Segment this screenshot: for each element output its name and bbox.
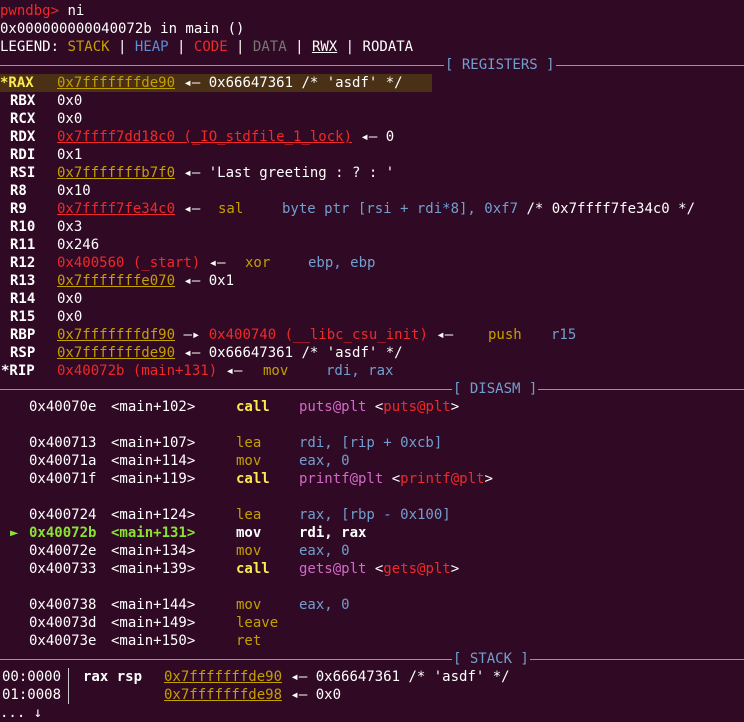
legend-code: CODE xyxy=(193,39,228,55)
terminal-window[interactable]: pwndbg> ni 0x000000000040072b in main ()… xyxy=(0,0,744,721)
disasm-symbol: <main+144> xyxy=(111,597,196,613)
disasm-mnemonic: mov xyxy=(236,597,262,613)
disasm-address: 0x40073e xyxy=(29,633,97,649)
disasm-operands: rdi, rax xyxy=(299,525,367,541)
disasm-operands: eax, 0 xyxy=(299,597,350,613)
disasm-operands: rax, [rbp - 0x100] xyxy=(299,507,451,523)
call-target: printf@plt xyxy=(400,471,485,487)
disasm-line: 0x40072e <main+134> mov eax, 0 xyxy=(0,542,744,560)
disasm-line: 0x400724 <main+124> lea rax, [rbp - 0x100] xyxy=(0,506,744,524)
disasm-operands: eax, 0 xyxy=(299,453,350,469)
disasm-symbol: <main+107> xyxy=(111,435,196,451)
register-value-pointer: 0x7fffffffde90 xyxy=(57,75,176,91)
disasm-mnemonic: lea xyxy=(236,507,262,523)
disasm-line: 0x40070e <main+102> call puts@plt <puts@plt… xyxy=(0,398,744,416)
stack-title: [ STACK ] xyxy=(452,650,530,668)
command-text: ni xyxy=(59,3,85,19)
disasm-address: 0x40072b xyxy=(29,525,97,541)
legend-rwx: RWX xyxy=(311,39,338,55)
disasm-mnemonic: call xyxy=(236,399,270,415)
disasm-mnemonic: leave xyxy=(236,615,279,631)
disasm-address: 0x40071a xyxy=(29,453,97,469)
disasm-operands: gets@plt <gets@plt> xyxy=(299,561,460,577)
call-target: puts@plt xyxy=(383,399,451,415)
disasm-current-line: ► 0x40072b <main+131> mov rdi, rax xyxy=(0,524,744,542)
prompt-label: pwndbg> xyxy=(0,3,60,19)
legend-line: LEGEND: STACK | HEAP | CODE | DATA | RWX… xyxy=(0,39,414,55)
disasm-mnemonic: mov xyxy=(236,525,262,541)
disasm-symbol: <main+124> xyxy=(111,507,196,523)
disasm-mnemonic: lea xyxy=(236,435,262,451)
disasm-mnemonic: mov xyxy=(236,543,262,559)
current-instruction-marker-icon: ► xyxy=(10,525,19,541)
disasm-symbol: <main+114> xyxy=(111,453,196,469)
register-rax: *RAX 0x7fffffffde90 ◂— 0x66647361 /* 'asd… xyxy=(0,74,744,92)
disasm-symbol: <main+149> xyxy=(111,615,196,631)
disasm-address: 0x40073d xyxy=(29,615,97,631)
registers-separator: [ REGISTERS ] xyxy=(0,56,744,74)
disasm-operands: eax, 0 xyxy=(299,543,350,559)
disasm-operands: puts@plt <puts@plt> xyxy=(299,399,460,415)
disasm-symbol: <main+102> xyxy=(111,399,196,415)
location-line: 0x000000000040072b in main () xyxy=(0,21,245,37)
disasm-mnemonic: ret xyxy=(236,633,262,649)
disasm-separator: [ DISASM ] xyxy=(0,380,744,398)
disasm-symbol: <main+139> xyxy=(111,561,196,577)
disasm-address: 0x40071f xyxy=(29,471,97,487)
more-indicator: ... ↓ xyxy=(0,705,43,721)
disasm-operands: rdi, [rip + 0xcb] xyxy=(299,435,443,451)
disasm-symbol: <main+119> xyxy=(111,471,196,487)
disasm-line: 0x40071f <main+119> call printf@plt <printf… xyxy=(0,470,744,488)
stack-separator: [ STACK ] xyxy=(0,650,744,668)
legend-data: DATA xyxy=(252,39,287,55)
disasm-symbol: <main+150> xyxy=(111,633,196,649)
call-target: gets@plt xyxy=(383,561,451,577)
registers-title: [ REGISTERS ] xyxy=(444,56,556,74)
disasm-symbol: <main+134> xyxy=(111,543,196,559)
prompt-line: pwndbg> ni xyxy=(0,2,84,20)
legend-heap: HEAP xyxy=(134,39,169,55)
disasm-mnemonic: mov xyxy=(236,453,262,469)
disasm-address: 0x400738 xyxy=(29,597,97,613)
disasm-address: 0x400724 xyxy=(29,507,97,523)
disasm-address: 0x400733 xyxy=(29,561,97,577)
disasm-address: 0x40070e xyxy=(29,399,97,415)
disasm-symbol: <main+131> xyxy=(111,525,196,541)
disasm-line: 0x40073e <main+150> ret xyxy=(0,632,744,650)
disasm-operands: printf@plt <printf@plt> xyxy=(299,471,493,487)
legend-stack: STACK xyxy=(67,39,110,55)
disasm-line: 0x400713 <main+107> lea rdi, [rip + 0xcb] xyxy=(0,434,744,452)
legend-rodata: RODATA xyxy=(362,39,414,55)
stack-row: 01:0008 0x7fffffffde98 ◂— 0x0 xyxy=(2,687,342,703)
stack-row: 00:0000 rax rsp 0x7fffffffde90 ◂— 0x666473… xyxy=(2,669,510,685)
disasm-mnemonic: call xyxy=(236,561,270,577)
disasm-address: 0x400713 xyxy=(29,435,97,451)
disasm-mnemonic: call xyxy=(236,471,270,487)
disasm-line: 0x40071a <main+114> mov eax, 0 xyxy=(0,452,744,470)
disasm-title: [ DISASM ] xyxy=(452,380,539,398)
disasm-address: 0x40072e xyxy=(29,543,97,559)
disasm-line: 0x400738 <main+144> mov eax, 0 xyxy=(0,596,744,614)
disasm-line: 0x400733 <main+139> call gets@plt <gets@plt… xyxy=(0,560,744,578)
disasm-line: 0x40073d <main+149> leave xyxy=(0,614,744,632)
